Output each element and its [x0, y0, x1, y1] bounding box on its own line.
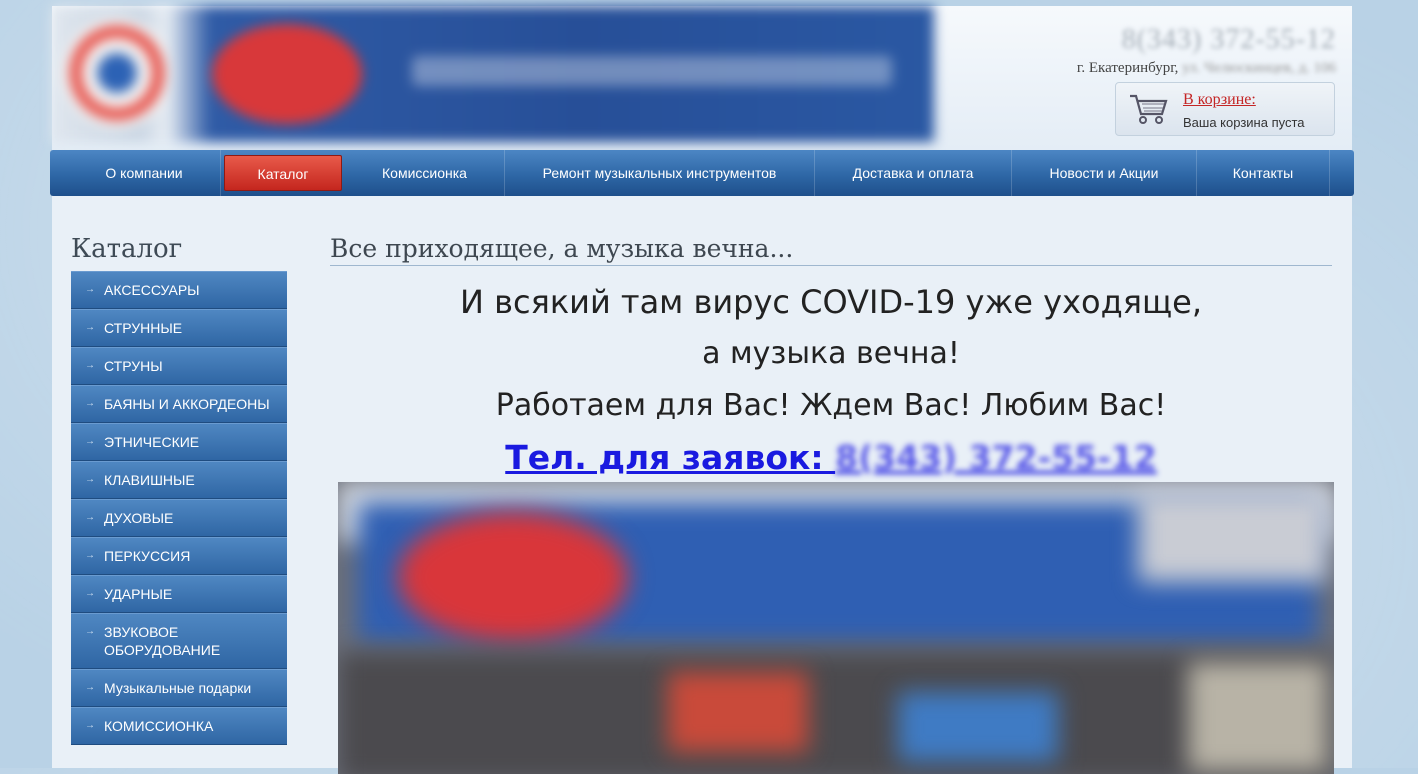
nav-item-repair[interactable]: Ремонт музыкальных инструментов [505, 150, 815, 196]
promo-text: И всякий там вирус COVID-19 уже уходяще,… [330, 276, 1332, 484]
header: 8(343) 372-55-12 г. Екатеринбург, ул. Че… [52, 6, 1352, 150]
sidebar-item-wind[interactable]: → ДУХОВЫЕ [71, 499, 287, 537]
sidebar-item-label: ПЕРКУССИЯ [104, 548, 191, 564]
main-nav: О компании Каталог Комиссионка Ремонт му… [50, 150, 1354, 196]
sidebar-item-label: БАЯНЫ И АККОРДЕОНЫ [104, 396, 270, 412]
cart-widget[interactable]: В корзине: Ваша корзина пуста [1115, 82, 1335, 136]
sidebar-title: Каталог [71, 234, 183, 264]
sidebar-item-sound-equipment[interactable]: → ЗВУКОВОЕ ОБОРУДОВАНИЕ [71, 613, 287, 669]
sidebar-item-commission[interactable]: → КОМИССИОНКА [71, 707, 287, 745]
sidebar-item-label: УДАРНЫЕ [104, 586, 173, 602]
arrow-right-icon: → [85, 588, 95, 599]
sidebar-item-gifts[interactable]: → Музыкальные подарки [71, 669, 287, 707]
nav-item-contacts[interactable]: Контакты [1197, 150, 1330, 196]
sidebar-item-label: Музыкальные подарки [104, 680, 252, 696]
sidebar-item-drums[interactable]: → УДАРНЫЕ [71, 575, 287, 613]
cart-link[interactable]: В корзине: [1183, 91, 1256, 109]
page-title: Все приходящее, а музыка вечна... [330, 234, 1332, 266]
nav-item-about[interactable]: О компании [68, 150, 221, 196]
sidebar-item-keyboards[interactable]: → КЛАВИШНЫЕ [71, 461, 287, 499]
sidebar-item-label: ДУХОВЫЕ [104, 510, 174, 526]
sidebar-item-label: ЭТНИЧЕСКИЕ [104, 434, 200, 450]
sidebar-item-accordions[interactable]: → БАЯНЫ И АККОРДЕОНЫ [71, 385, 287, 423]
nav-item-catalog[interactable]: Каталог [224, 155, 342, 191]
phone-label[interactable]: Тел. для заявок: [505, 438, 835, 477]
arrow-right-icon: → [85, 360, 95, 371]
site-logo-banner[interactable] [52, 6, 934, 142]
store-photo [338, 482, 1334, 774]
sidebar-item-ethnic[interactable]: → ЭТНИЧЕСКИЕ [71, 423, 287, 461]
sidebar-item-strings-instruments[interactable]: → СТРУННЫЕ [71, 309, 287, 347]
sidebar-item-label: АКСЕССУАРЫ [104, 282, 200, 298]
order-phone-link[interactable]: Тел. для заявок: 8(343) 372-55-12 [330, 432, 1332, 484]
arrow-right-icon: → [85, 474, 95, 485]
header-contact: 8(343) 372-55-12 г. Екатеринбург, ул. Че… [1077, 24, 1336, 77]
sidebar-item-label: ЗВУКОВОЕ ОБОРУДОВАНИЕ [104, 624, 221, 658]
sidebar-item-label: СТРУНЫ [104, 358, 163, 374]
arrow-right-icon: → [85, 550, 95, 561]
cart-status: Ваша корзина пуста [1183, 115, 1305, 130]
phone-number[interactable]: 8(343) 372-55-12 [835, 438, 1157, 477]
promo-line-3: Работаем для Вас! Ждем Вас! Любим Вас! [495, 388, 1167, 423]
arrow-right-icon: → [85, 720, 95, 731]
sidebar-item-percussion[interactable]: → ПЕРКУССИЯ [71, 537, 287, 575]
sidebar-item-label: СТРУННЫЕ [104, 320, 183, 336]
catalog-menu: → АКСЕССУАРЫ → СТРУННЫЕ → СТРУНЫ → БАЯНЫ И А… [71, 271, 287, 745]
promo-line-1: И всякий там вирус COVID-19 уже уходяще, [460, 283, 1202, 321]
header-city: г. Екатеринбург, ул. Челюскинцев, д. 106 [1077, 60, 1336, 77]
nav-item-commission[interactable]: Комиссионка [345, 150, 505, 196]
arrow-right-icon: → [85, 436, 95, 447]
header-phone: 8(343) 372-55-12 [1121, 24, 1336, 55]
sidebar-item-strings[interactable]: → СТРУНЫ [71, 347, 287, 385]
arrow-right-icon: → [85, 398, 95, 409]
arrow-right-icon: → [85, 512, 95, 523]
arrow-right-icon: → [85, 284, 95, 295]
arrow-right-icon: → [85, 682, 95, 693]
nav-item-news[interactable]: Новости и Акции [1012, 150, 1197, 196]
sidebar-item-label: КЛАВИШНЫЕ [104, 472, 195, 488]
page: 8(343) 372-55-12 г. Екатеринбург, ул. Че… [50, 6, 1354, 774]
arrow-right-icon: → [85, 626, 95, 637]
address: ул. Челюскинцев, д. 106 [1182, 60, 1336, 76]
sidebar-item-label: КОМИССИОНКА [104, 718, 214, 734]
city-label: г. Екатеринбург, [1076, 60, 1179, 76]
nav-item-delivery[interactable]: Доставка и оплата [815, 150, 1012, 196]
arrow-right-icon: → [85, 322, 95, 333]
sidebar-item-accessories[interactable]: → АКСЕССУАРЫ [71, 271, 287, 309]
shopping-cart-icon [1130, 94, 1168, 124]
promo-line-2: а музыка вечна! [702, 336, 960, 371]
